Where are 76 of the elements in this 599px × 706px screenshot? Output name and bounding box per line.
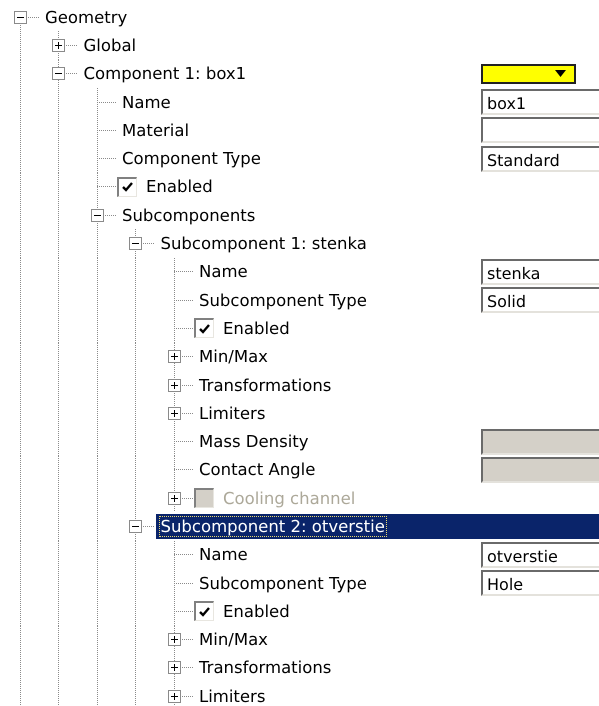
tree-row[interactable]: Limiters bbox=[194, 399, 599, 428]
expand-box-icon[interactable] bbox=[168, 406, 180, 420]
expand-box-icon[interactable] bbox=[168, 690, 180, 703]
item-label: Enabled bbox=[222, 318, 291, 338]
item-label: Min/Max bbox=[198, 347, 269, 366]
tree-row[interactable]: Name otverstie bbox=[194, 540, 599, 569]
input-field[interactable]: Hole bbox=[481, 570, 599, 596]
item-label: Subcomponent 2: otverstie bbox=[160, 516, 386, 536]
item-label: Subcomponent 1: stenka bbox=[160, 234, 368, 254]
tree-row[interactable]: Transformations bbox=[194, 654, 599, 682]
tree-row[interactable]: Name box1 bbox=[117, 88, 599, 116]
item-label: Name bbox=[198, 545, 249, 564]
tree-row[interactable]: Enabled bbox=[117, 172, 599, 202]
collapse-box-icon[interactable] bbox=[129, 237, 142, 250]
tree-row[interactable]: Subcomponent Type Hole bbox=[194, 568, 599, 598]
tree-row[interactable]: Transformations bbox=[194, 370, 599, 400]
checkbox[interactable] bbox=[194, 318, 214, 338]
tree-row[interactable]: Subcomponent 2: otverstie bbox=[156, 514, 599, 539]
input-field[interactable]: stenka bbox=[481, 258, 599, 285]
checkmark-icon bbox=[199, 324, 210, 334]
input-field[interactable]: Standard bbox=[481, 146, 599, 172]
tree-row[interactable]: Min/Max bbox=[194, 342, 599, 371]
expand-box-icon[interactable] bbox=[168, 350, 180, 364]
item-label: Geometry bbox=[44, 8, 128, 27]
tree-row[interactable]: Enabled bbox=[194, 597, 599, 626]
tree-row[interactable]: Subcomponent Type Solid bbox=[194, 286, 599, 314]
item-label: Transformations bbox=[198, 658, 332, 678]
tree-row[interactable]: Enabled bbox=[194, 314, 599, 343]
tree-row[interactable]: Limiters bbox=[194, 682, 599, 706]
tree-row[interactable]: Geometry bbox=[40, 3, 599, 32]
checkbox[interactable] bbox=[117, 176, 137, 197]
tree-row[interactable]: Component Type Standard bbox=[117, 144, 599, 173]
checkmark-icon bbox=[199, 606, 210, 617]
item-label: Min/Max bbox=[198, 630, 269, 650]
tree-row[interactable]: Min/Max bbox=[194, 626, 599, 654]
item-label: Global bbox=[82, 36, 138, 55]
item-label: Component 1: box1 bbox=[82, 64, 248, 84]
item-label: Material bbox=[121, 120, 190, 140]
tree-row[interactable]: Component 1: box1 bbox=[78, 60, 599, 88]
tree-row[interactable]: Name stenka bbox=[194, 258, 599, 286]
item-label: Component Type bbox=[121, 149, 262, 168]
item-label: Subcomponent Type bbox=[198, 290, 368, 310]
tree-row[interactable]: Material bbox=[117, 116, 599, 144]
dropdown-caret-icon bbox=[555, 70, 566, 78]
item-label: Subcomponents bbox=[121, 206, 256, 225]
input-field[interactable] bbox=[481, 117, 599, 144]
expand-box-icon[interactable] bbox=[52, 38, 65, 52]
item-label: Transformations bbox=[198, 376, 332, 394]
input-field[interactable]: box1 bbox=[481, 89, 599, 116]
item-label: Enabled bbox=[222, 602, 291, 621]
collapse-box-icon[interactable] bbox=[129, 520, 142, 533]
tree-row[interactable]: Subcomponents bbox=[117, 201, 599, 230]
tree-row[interactable]: Mass Density bbox=[194, 427, 599, 456]
expand-box-icon[interactable] bbox=[168, 378, 180, 392]
collapse-box-icon[interactable] bbox=[14, 10, 26, 24]
tree-row[interactable]: Global bbox=[78, 31, 599, 60]
color-dropdown[interactable] bbox=[481, 64, 576, 84]
expand-box-icon[interactable] bbox=[168, 633, 180, 646]
item-label: Subcomponent Type bbox=[198, 574, 368, 593]
collapse-box-icon[interactable] bbox=[90, 208, 104, 222]
collapse-box-icon[interactable] bbox=[52, 67, 65, 80]
item-label: Cooling channel bbox=[222, 488, 356, 508]
item-label: Limiters bbox=[198, 686, 266, 706]
tree-row[interactable]: Contact Angle bbox=[194, 456, 599, 484]
input-field[interactable]: Solid bbox=[481, 287, 599, 314]
expand-box-icon[interactable] bbox=[168, 661, 180, 674]
tree-row[interactable]: Subcomponent 1: stenka bbox=[156, 229, 599, 258]
checkmark-icon bbox=[122, 182, 133, 192]
input-field[interactable]: otverstie bbox=[481, 542, 599, 568]
item-label: Mass Density bbox=[198, 432, 310, 452]
item-label: Name bbox=[121, 92, 172, 112]
checkbox[interactable] bbox=[194, 601, 214, 622]
item-label: Contact Angle bbox=[198, 460, 316, 480]
item-label: Enabled bbox=[145, 177, 214, 196]
item-label: Name bbox=[198, 262, 249, 282]
item-label: Limiters bbox=[198, 404, 266, 423]
